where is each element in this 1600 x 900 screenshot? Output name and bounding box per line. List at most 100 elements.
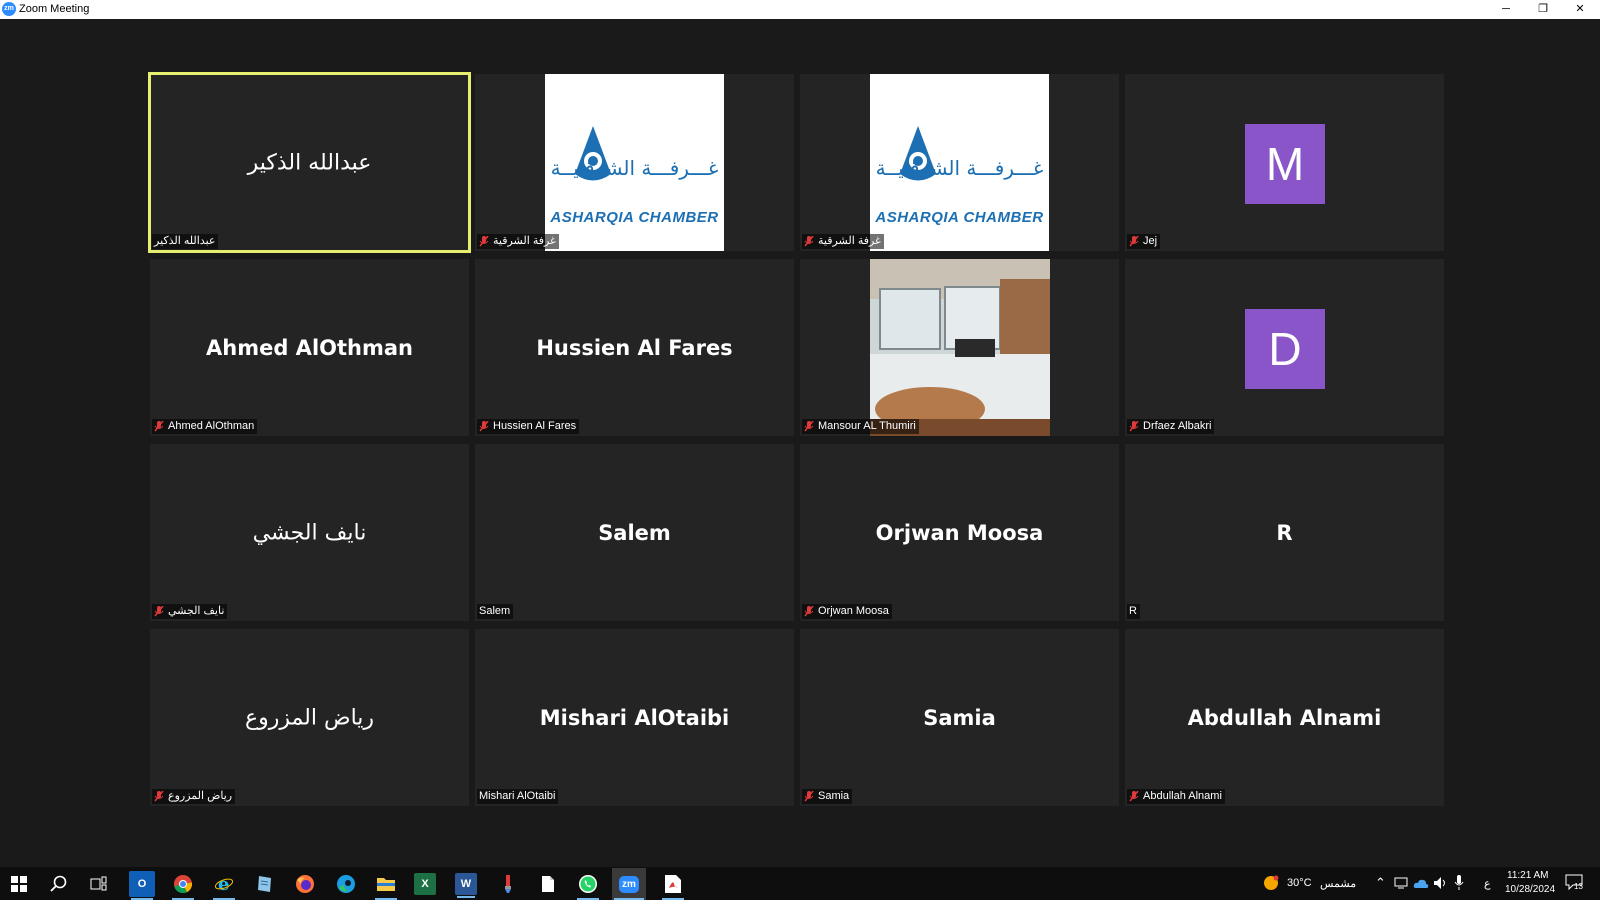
muted-mic-icon — [804, 421, 814, 432]
participant-label-text: R — [1129, 605, 1137, 617]
participant-tile[interactable]: Samia Samia — [800, 629, 1119, 806]
file-taskbar-icon[interactable] — [535, 871, 561, 897]
participant-tile[interactable]: Abdullah Alnami Abdullah Alnami — [1125, 629, 1444, 806]
participant-label-text: Mishari AlOtaibi — [479, 790, 556, 802]
participant-label-text: رياض المزروع — [168, 790, 233, 802]
weather-condition[interactable]: مشمس — [1320, 877, 1356, 890]
excel-letter: X — [421, 878, 429, 890]
start-button[interactable] — [6, 871, 32, 897]
microphone-icon[interactable] — [1454, 875, 1464, 891]
outlook-taskbar-icon[interactable]: O — [129, 871, 155, 900]
windows-taskbar: O e X W zm 30°C مشمس ⌃ ع 11:21 AM 10/28/… — [0, 867, 1600, 900]
muted-mic-icon — [154, 421, 164, 432]
word-letter: W — [460, 878, 472, 890]
outlook-letter: O — [137, 878, 147, 890]
participant-label-text: نايف الجشي — [168, 605, 225, 617]
participant-display-name: عبدالله الذكير — [247, 150, 372, 175]
running-indicator — [457, 896, 475, 898]
participant-name-label: نايف الجشي — [152, 604, 228, 619]
firefox-taskbar-icon[interactable] — [292, 871, 318, 897]
participant-tile[interactable]: Mansour AL Thumiri — [800, 259, 1119, 436]
whatsapp-icon — [579, 875, 597, 893]
muted-mic-icon — [1129, 421, 1139, 432]
participant-tile[interactable]: M Jej — [1125, 74, 1444, 251]
search-button[interactable] — [46, 871, 72, 897]
logo-english-text: ASHARQIA CHAMBER — [875, 209, 1044, 226]
participant-name-label: Jej — [1127, 234, 1161, 249]
internet-explorer-taskbar-icon[interactable]: e — [211, 871, 237, 900]
participant-name-label: Abdullah Alnami — [1127, 789, 1225, 804]
notepad-taskbar-icon[interactable] — [252, 871, 278, 897]
notification-count: 13 — [1574, 882, 1583, 891]
avatar: M — [1245, 124, 1325, 204]
notepad-icon — [258, 876, 271, 892]
office-background-photo — [870, 259, 1050, 436]
acrobat-icon — [665, 875, 681, 893]
participant-tile[interactable]: Salem Salem — [475, 444, 794, 621]
chevron-up-icon[interactable]: ⌃ — [1375, 875, 1386, 891]
participant-label-text: Samia — [818, 790, 850, 802]
chrome-icon — [174, 875, 193, 894]
participant-tile[interactable]: عبدالله الذكير عبدالله الذكير — [148, 72, 471, 253]
restore-button[interactable]: ❐ — [1525, 0, 1561, 19]
muted-mic-icon — [1129, 236, 1139, 247]
participant-name-label: رياض المزروع — [152, 789, 236, 804]
zoom-taskbar-icon[interactable]: zm — [612, 868, 646, 900]
participant-tile[interactable]: غـــرفـــة الشرقـيــة ASHARQIA CHAMBER غ… — [475, 74, 794, 251]
document-icon — [542, 876, 554, 892]
participant-name-label: غرفة الشرقية — [802, 234, 884, 249]
participant-display-name: Orjwan Moosa — [875, 520, 1044, 545]
participant-label-text: Abdullah Alnami — [1143, 790, 1222, 802]
muted-mic-icon — [479, 421, 489, 432]
participant-tile[interactable]: R R — [1125, 444, 1444, 621]
participant-display-name: Salem — [598, 520, 671, 545]
participant-name-label: Mishari AlOtaibi — [477, 789, 559, 804]
acrobat-taskbar-icon[interactable] — [660, 871, 686, 900]
participant-name-label: غرفة الشرقية — [477, 234, 559, 249]
onedrive-cloud-icon[interactable] — [1413, 877, 1429, 889]
clock-date[interactable]: 10/28/2024 — [1505, 884, 1555, 895]
participant-tile[interactable]: Ahmed AlOthman Ahmed AlOthman — [150, 259, 469, 436]
windows-logo-icon — [11, 876, 27, 892]
participant-display-name: Hussien Al Fares — [536, 335, 733, 360]
file-explorer-taskbar-icon[interactable] — [373, 871, 399, 900]
action-center-button[interactable]: 13 — [1565, 874, 1585, 894]
participant-label-text: Drfaez Albakri — [1143, 420, 1212, 432]
participant-label-text: عبدالله الذكير — [154, 235, 216, 247]
participant-tile[interactable]: Hussien Al Fares Hussien Al Fares — [475, 259, 794, 436]
participant-label-text: Mansour AL Thumiri — [818, 420, 916, 432]
participant-name-label: Salem — [477, 604, 514, 619]
weather-temperature[interactable]: 30°C — [1287, 877, 1312, 889]
muted-mic-icon — [154, 606, 164, 617]
participant-label-text: غرفة الشرقية — [818, 235, 881, 247]
whatsapp-taskbar-icon[interactable] — [575, 871, 601, 900]
word-taskbar-icon[interactable]: W — [455, 873, 477, 898]
participant-display-name: Samia — [923, 705, 996, 730]
close-button[interactable]: ✕ — [1562, 0, 1598, 19]
participant-display-name: Mishari AlOtaibi — [539, 705, 730, 730]
participant-tile[interactable]: غـــرفـــة الشرقـيــة ASHARQIA CHAMBER غ… — [800, 74, 1119, 251]
task-view-button[interactable] — [86, 871, 112, 897]
logo-arabic-text: غـــرفـــة الشرقـيــة — [875, 156, 1044, 180]
avatar: D — [1245, 309, 1325, 389]
muted-mic-icon — [479, 236, 489, 247]
participant-tile[interactable]: D Drfaez Albakri — [1125, 259, 1444, 436]
participant-name-label: Mansour AL Thumiri — [802, 419, 919, 434]
participant-tile[interactable]: Orjwan Moosa Orjwan Moosa — [800, 444, 1119, 621]
chrome-taskbar-icon[interactable] — [170, 871, 196, 900]
participant-tile[interactable]: Mishari AlOtaibi Mishari AlOtaibi — [475, 629, 794, 806]
paint-taskbar-icon[interactable] — [495, 871, 521, 897]
input-language[interactable]: ع — [1484, 877, 1491, 890]
participant-display-name: R — [1276, 520, 1293, 545]
network-icon[interactable] — [1394, 877, 1408, 889]
clock-time[interactable]: 11:21 AM — [1507, 870, 1549, 881]
participant-name-label: Drfaez Albakri — [1127, 419, 1215, 434]
participant-tile[interactable]: رياض المزروع رياض المزروع — [150, 629, 469, 806]
sun-weather-icon[interactable] — [1262, 874, 1280, 892]
participant-display-name: Ahmed AlOthman — [206, 335, 413, 360]
edge-taskbar-icon[interactable] — [333, 871, 359, 897]
minimize-button[interactable]: ─ — [1488, 0, 1524, 19]
excel-taskbar-icon[interactable]: X — [414, 873, 436, 895]
participant-tile[interactable]: نايف الجشي نايف الجشي — [150, 444, 469, 621]
volume-icon[interactable] — [1433, 876, 1447, 890]
